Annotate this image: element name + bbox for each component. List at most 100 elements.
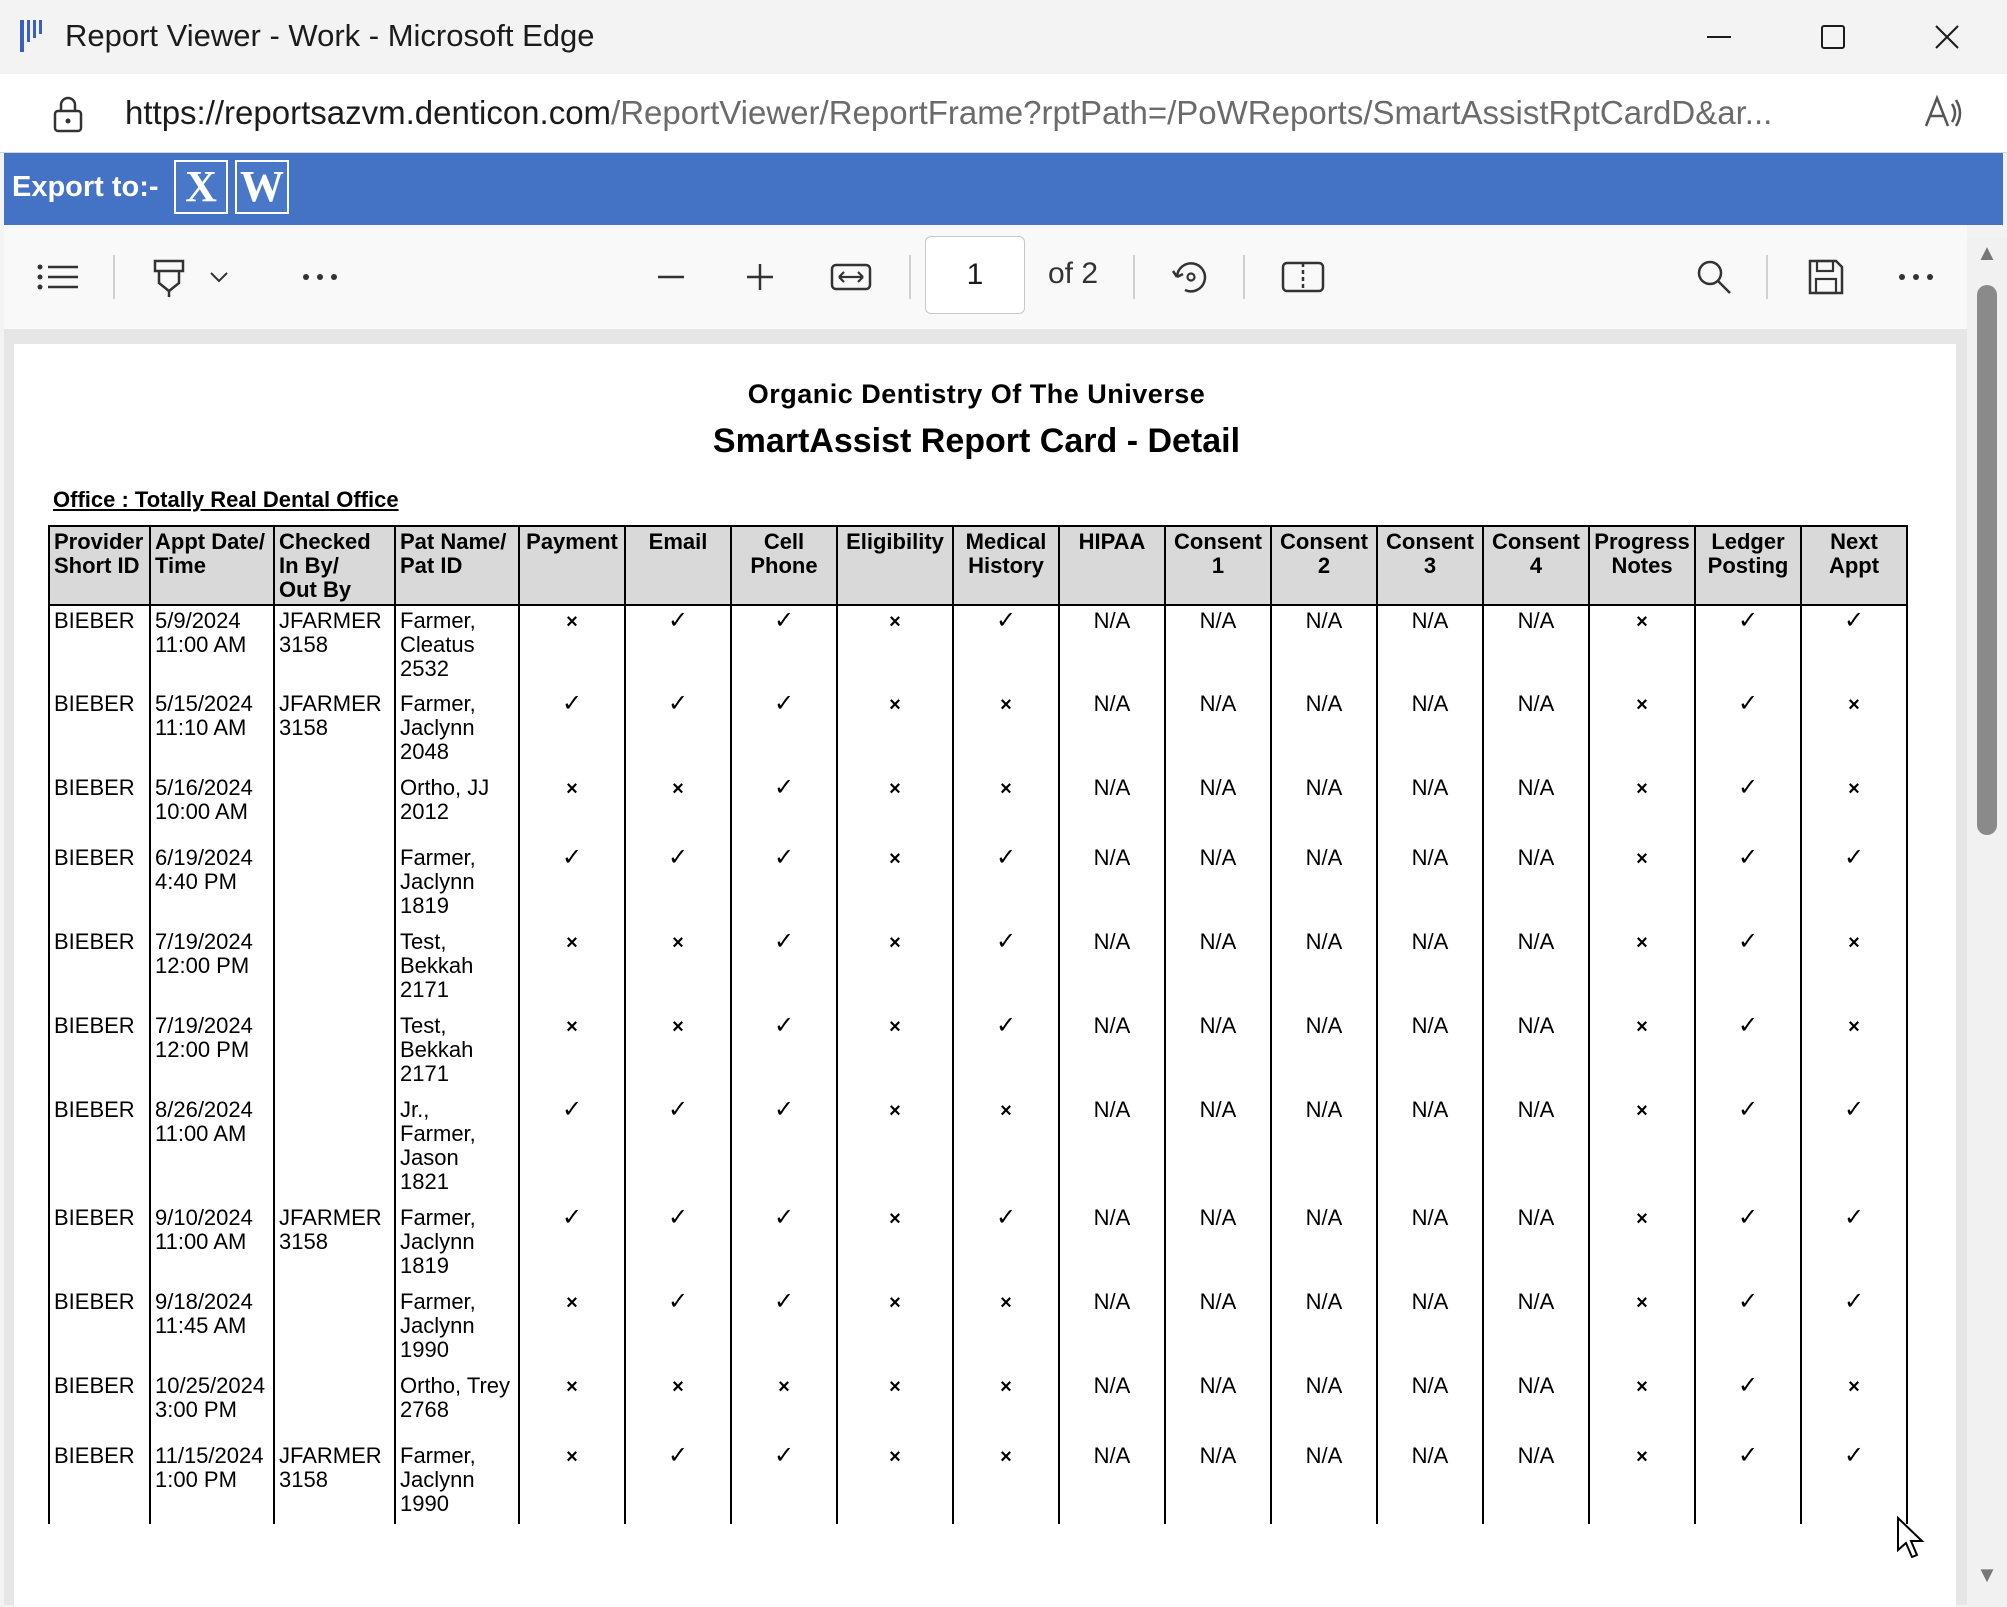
scrollbar-thumb[interactable]	[1977, 285, 1997, 835]
check-mark-icon: ✓	[1843, 1288, 1865, 1315]
column-header-line: Eligibility	[846, 529, 944, 554]
status-cell: N/A	[1376, 689, 1484, 773]
contents-button[interactable]	[28, 247, 88, 307]
cross-mark-icon: ×	[1848, 932, 1860, 954]
cross-mark-icon: ×	[1636, 848, 1648, 870]
na-value: N/A	[1517, 1205, 1555, 1230]
column-header-line: Payment	[526, 529, 618, 554]
column-header-line: Appt	[1828, 553, 1880, 578]
checked-in-cell-line: JFARMER	[279, 1443, 382, 1468]
na-value: N/A	[1199, 1443, 1237, 1468]
patient-cell-line: Jaclynn	[400, 869, 475, 894]
draw-button[interactable]	[139, 247, 199, 307]
zoom-out-button[interactable]	[641, 247, 701, 307]
status-cell: ×	[1588, 773, 1696, 843]
scroll-down-arrow-icon[interactable]: ▼	[1969, 1562, 2005, 1592]
scroll-up-arrow-icon[interactable]: ▲	[1969, 240, 2005, 270]
status-cell: ×	[1588, 689, 1696, 773]
table-row: BIEBER 5/15/2024 11:10 AM JFARMER 3158 Farmer…	[48, 689, 1908, 773]
toolbar-separator	[909, 255, 911, 299]
status-cell: ×	[518, 1287, 626, 1371]
more-tools-button[interactable]	[290, 247, 350, 307]
status-cell: N/A	[1164, 605, 1272, 689]
status-cell: ✓	[1694, 773, 1802, 843]
appt-cell: 9/18/2024 11:45 AM	[149, 1287, 275, 1371]
cross-mark-icon: ×	[672, 1376, 684, 1398]
read-aloud-icon[interactable]	[1920, 90, 1966, 136]
rotate-button[interactable]	[1161, 247, 1221, 307]
status-cell: ✓	[1694, 605, 1802, 689]
contents-icon	[37, 264, 78, 290]
status-cell: N/A	[1482, 1287, 1590, 1371]
status-cell: N/A	[1482, 1203, 1590, 1287]
status-cell: N/A	[1164, 1441, 1272, 1524]
na-value: N/A	[1517, 608, 1555, 633]
cross-mark-icon: ×	[1000, 694, 1012, 716]
na-value: N/A	[1093, 929, 1131, 954]
check-mark-icon: ✓	[561, 690, 583, 717]
status-cell: N/A	[1270, 689, 1378, 773]
column-header: Appt Date/Time	[149, 525, 275, 606]
status-cell: N/A	[1482, 1095, 1590, 1203]
column-header: Medical History	[952, 525, 1060, 606]
page-number-input[interactable]: 1	[925, 236, 1025, 314]
patient-cell-line: Farmer,	[400, 1121, 476, 1146]
fit-width-button[interactable]	[821, 247, 881, 307]
table-row: BIEBER 9/18/2024 11:45 AM Farmer, Jaclynn 199…	[48, 1287, 1908, 1371]
check-mark-icon: ✓	[667, 1096, 689, 1123]
status-cell: ×	[836, 927, 954, 1011]
page-view-button[interactable]	[1273, 247, 1333, 307]
check-mark-icon: ✓	[667, 1288, 689, 1315]
patient-cell-line: Jason	[400, 1145, 459, 1170]
rotate-icon	[1171, 262, 1207, 293]
check-mark-icon: ✓	[1843, 844, 1865, 871]
url-text[interactable]: https://reportsazvm.denticon.com/ReportV…	[125, 94, 1772, 132]
draw-options-button[interactable]	[204, 247, 234, 307]
close-button[interactable]	[1889, 0, 2005, 74]
export-excel-button[interactable]: X	[174, 160, 228, 214]
provider-cell-line: BIEBER	[54, 608, 135, 633]
na-value: N/A	[1305, 1013, 1343, 1038]
na-value: N/A	[1305, 775, 1343, 800]
cross-mark-icon: ×	[1636, 932, 1648, 954]
more-options-button[interactable]	[1886, 247, 1946, 307]
cross-mark-icon: ×	[1636, 1376, 1648, 1398]
minimize-button[interactable]	[1661, 0, 1777, 74]
maximize-button[interactable]	[1775, 0, 1891, 74]
cross-mark-icon: ×	[889, 932, 901, 954]
cross-mark-icon: ×	[889, 848, 901, 870]
table-row: BIEBER 9/10/2024 11:00 AM JFARMER 3158 Farmer…	[48, 1203, 1908, 1287]
status-cell: N/A	[1270, 843, 1378, 927]
mouse-cursor-icon	[1897, 1516, 1925, 1559]
appt-cell-line: 5/9/2024	[155, 608, 241, 633]
na-value: N/A	[1411, 1013, 1449, 1038]
status-cell: ✓	[952, 927, 1060, 1011]
save-button[interactable]	[1796, 247, 1856, 307]
patient-cell-line: Jaclynn	[400, 1229, 475, 1254]
export-word-button[interactable]: W	[235, 160, 289, 214]
column-header-line: 3	[1423, 553, 1437, 578]
cross-mark-icon: ×	[889, 1376, 901, 1398]
check-mark-icon: ✓	[1737, 1442, 1759, 1469]
checked-in-cell	[273, 927, 396, 1011]
patient-cell-line: Farmer,	[400, 1205, 476, 1230]
na-value: N/A	[1517, 691, 1555, 716]
draw-icon	[153, 259, 185, 297]
zoom-in-button[interactable]	[730, 247, 790, 307]
provider-cell: BIEBER	[48, 927, 151, 1011]
patient-cell-line: 1821	[400, 1169, 449, 1194]
checked-in-cell-line: JFARMER	[279, 691, 382, 716]
patient-cell: Test, Bekkah 2171	[394, 1011, 520, 1095]
status-cell: ✓	[1694, 927, 1802, 1011]
cross-mark-icon: ×	[672, 778, 684, 800]
check-mark-icon: ✓	[1843, 607, 1865, 634]
appt-cell-line: 6/19/2024	[155, 845, 253, 870]
status-cell: N/A	[1058, 1441, 1166, 1524]
status-cell: ×	[836, 1011, 954, 1095]
minimize-icon	[1707, 36, 1731, 38]
lock-icon[interactable]	[50, 94, 86, 134]
na-value: N/A	[1199, 775, 1237, 800]
address-bar[interactable]: https://reportsazvm.denticon.com/ReportV…	[0, 74, 2007, 153]
search-button[interactable]	[1684, 247, 1744, 307]
na-value: N/A	[1199, 608, 1237, 633]
